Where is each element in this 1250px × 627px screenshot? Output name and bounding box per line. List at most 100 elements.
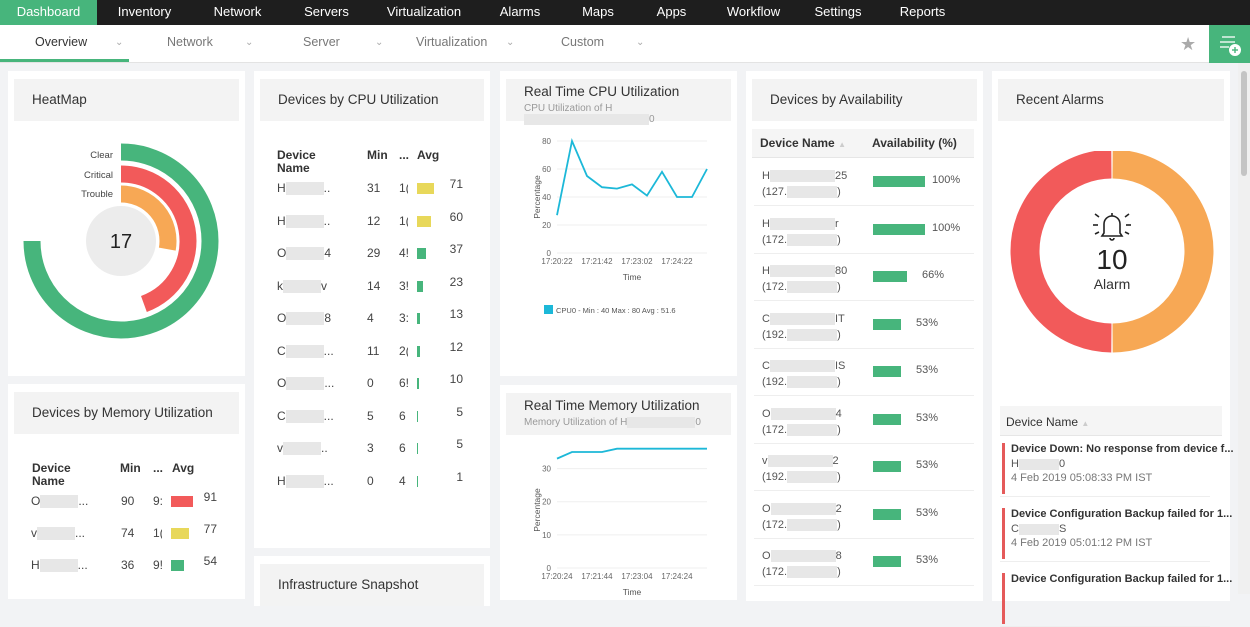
device-name[interactable]: H 80 (172.): [762, 263, 847, 295]
data-point[interactable]: [705, 167, 710, 172]
col-min[interactable]: Min: [120, 462, 141, 475]
table-row[interactable]: O 8 (172.) 53%: [754, 539, 974, 586]
nav-reports[interactable]: Reports: [878, 0, 967, 25]
table-row[interactable]: H 80 (172.) 66%: [754, 254, 974, 301]
nav-network[interactable]: Network: [192, 0, 283, 25]
data-point[interactable]: [645, 193, 650, 198]
device-name[interactable]: Hr (172.): [762, 216, 841, 248]
device-name[interactable]: H...: [277, 474, 334, 488]
table-row[interactable]: O4294!37: [254, 242, 484, 266]
page-scrollbar[interactable]: [1238, 63, 1250, 594]
table-row[interactable]: C IS (192.) 53%: [754, 349, 974, 396]
sort-icon[interactable]: ▲: [1081, 419, 1089, 428]
col-min[interactable]: Min: [367, 149, 388, 162]
tab-network[interactable]: Network: [167, 25, 213, 62]
data-point[interactable]: [555, 213, 560, 218]
table-row[interactable]: H 25 (127.) 100%: [754, 159, 974, 206]
table-row[interactable]: H.. 12 1(60: [254, 210, 484, 234]
table-row[interactable]: O... 90 9: 91: [8, 490, 238, 514]
device-name[interactable]: H 25 (127.): [762, 168, 847, 200]
data-point[interactable]: [585, 174, 590, 179]
data-point[interactable]: [585, 450, 590, 455]
data-point[interactable]: [660, 169, 665, 174]
device-name[interactable]: H..: [277, 214, 330, 228]
col-availability[interactable]: Availability (%): [872, 137, 957, 150]
nav-dashboard[interactable]: Dashboard: [0, 0, 97, 25]
table-row[interactable]: H... 0 4 1: [254, 470, 484, 494]
table-row[interactable]: H... 36 9! 54: [8, 554, 238, 578]
data-point[interactable]: [675, 446, 680, 451]
data-point[interactable]: [645, 446, 650, 451]
chevron-down-icon[interactable]: ⌄: [506, 37, 514, 48]
table-row[interactable]: H.. 31 1(71: [254, 177, 484, 201]
device-name[interactable]: v..: [277, 441, 328, 456]
table-row[interactable]: kv 14 3! 23: [254, 275, 484, 299]
col-max[interactable]: ...: [399, 149, 409, 162]
tab-overview[interactable]: Overview: [35, 25, 87, 62]
device-name[interactable]: v...: [31, 526, 85, 541]
star-icon[interactable]: ★: [1180, 34, 1196, 55]
data-point[interactable]: [555, 456, 560, 461]
data-point[interactable]: [690, 195, 695, 200]
col-device-name[interactable]: Device Name: [32, 462, 82, 488]
device-name[interactable]: O 4 (172.): [762, 406, 842, 438]
legend-label[interactable]: CPU0 - Min : 40 Max : 80 Avg : 51.6: [556, 306, 676, 315]
col-device-name[interactable]: Device Name: [277, 149, 327, 175]
device-name[interactable]: C...: [277, 409, 334, 423]
alarm-list-item[interactable]: Device Down: No response from device f..…: [1000, 437, 1234, 497]
alarm-list-item[interactable]: Device Configuration Backup failed for 1…: [1000, 567, 1232, 627]
data-point[interactable]: [675, 195, 680, 200]
series-line[interactable]: [556, 137, 708, 216]
data-point[interactable]: [660, 446, 665, 451]
device-name[interactable]: O...: [31, 494, 88, 509]
col-avg[interactable]: Avg: [417, 149, 439, 162]
device-name[interactable]: O4: [277, 246, 331, 261]
table-row[interactable]: Hr (172.) 100%: [754, 207, 974, 254]
nav-settings[interactable]: Settings: [798, 0, 878, 25]
chevron-down-icon[interactable]: ⌄: [636, 37, 644, 48]
table-row[interactable]: O843:13: [254, 307, 484, 331]
nav-alarms[interactable]: Alarms: [478, 0, 562, 25]
table-row[interactable]: C... 5 6 5: [254, 405, 484, 429]
nav-workflow[interactable]: Workflow: [709, 0, 798, 25]
table-row[interactable]: O 2 (172.) 53%: [754, 492, 974, 539]
table-row[interactable]: v 2 (192.) 53%: [754, 444, 974, 491]
device-name[interactable]: C IS (192.): [762, 358, 845, 390]
data-point[interactable]: [630, 446, 635, 451]
device-name[interactable]: O 2 (172.): [762, 501, 842, 533]
device-name[interactable]: O 8 (172.): [762, 548, 842, 580]
nav-apps[interactable]: Apps: [634, 0, 709, 25]
data-point[interactable]: [690, 446, 695, 451]
device-name[interactable]: O...: [277, 376, 334, 391]
chevron-down-icon[interactable]: ⌄: [245, 37, 253, 48]
device-name[interactable]: O8: [277, 311, 331, 326]
nav-maps[interactable]: Maps: [562, 0, 634, 25]
nav-virtualization[interactable]: Virtualization: [370, 0, 478, 25]
device-name[interactable]: C...: [277, 344, 334, 358]
table-row[interactable]: O... 0 6! 10: [254, 372, 484, 396]
alarm-list-item[interactable]: Device Configuration Backup failed for 1…: [1000, 502, 1232, 562]
device-name[interactable]: kv: [277, 279, 327, 293]
table-row[interactable]: C... 11 2(12: [254, 340, 484, 364]
nav-servers[interactable]: Servers: [283, 0, 370, 25]
data-point[interactable]: [705, 446, 710, 451]
device-name[interactable]: v 2 (192.): [762, 453, 841, 485]
col-max[interactable]: ...: [153, 462, 163, 475]
col-device-name[interactable]: Device Name ▲: [1006, 416, 1089, 430]
data-point[interactable]: [600, 450, 605, 455]
device-name[interactable]: H..: [277, 181, 330, 196]
table-row[interactable]: O 4 (172.) 53%: [754, 397, 974, 444]
add-widget-button[interactable]: [1209, 25, 1250, 63]
data-point[interactable]: [615, 446, 620, 451]
chevron-down-icon[interactable]: ⌄: [375, 37, 383, 48]
chevron-down-icon[interactable]: ⌄: [115, 37, 123, 48]
data-point[interactable]: [630, 182, 635, 187]
col-device-name[interactable]: Device Name ▲: [760, 137, 846, 151]
data-point[interactable]: [615, 186, 620, 191]
tab-virtualization[interactable]: Virtualization: [416, 25, 487, 62]
col-avg[interactable]: Avg: [172, 462, 194, 475]
device-name[interactable]: C IT (192.): [762, 311, 845, 343]
data-point[interactable]: [570, 450, 575, 455]
scrollbar-thumb[interactable]: [1241, 71, 1247, 176]
device-name[interactable]: H...: [31, 558, 88, 573]
